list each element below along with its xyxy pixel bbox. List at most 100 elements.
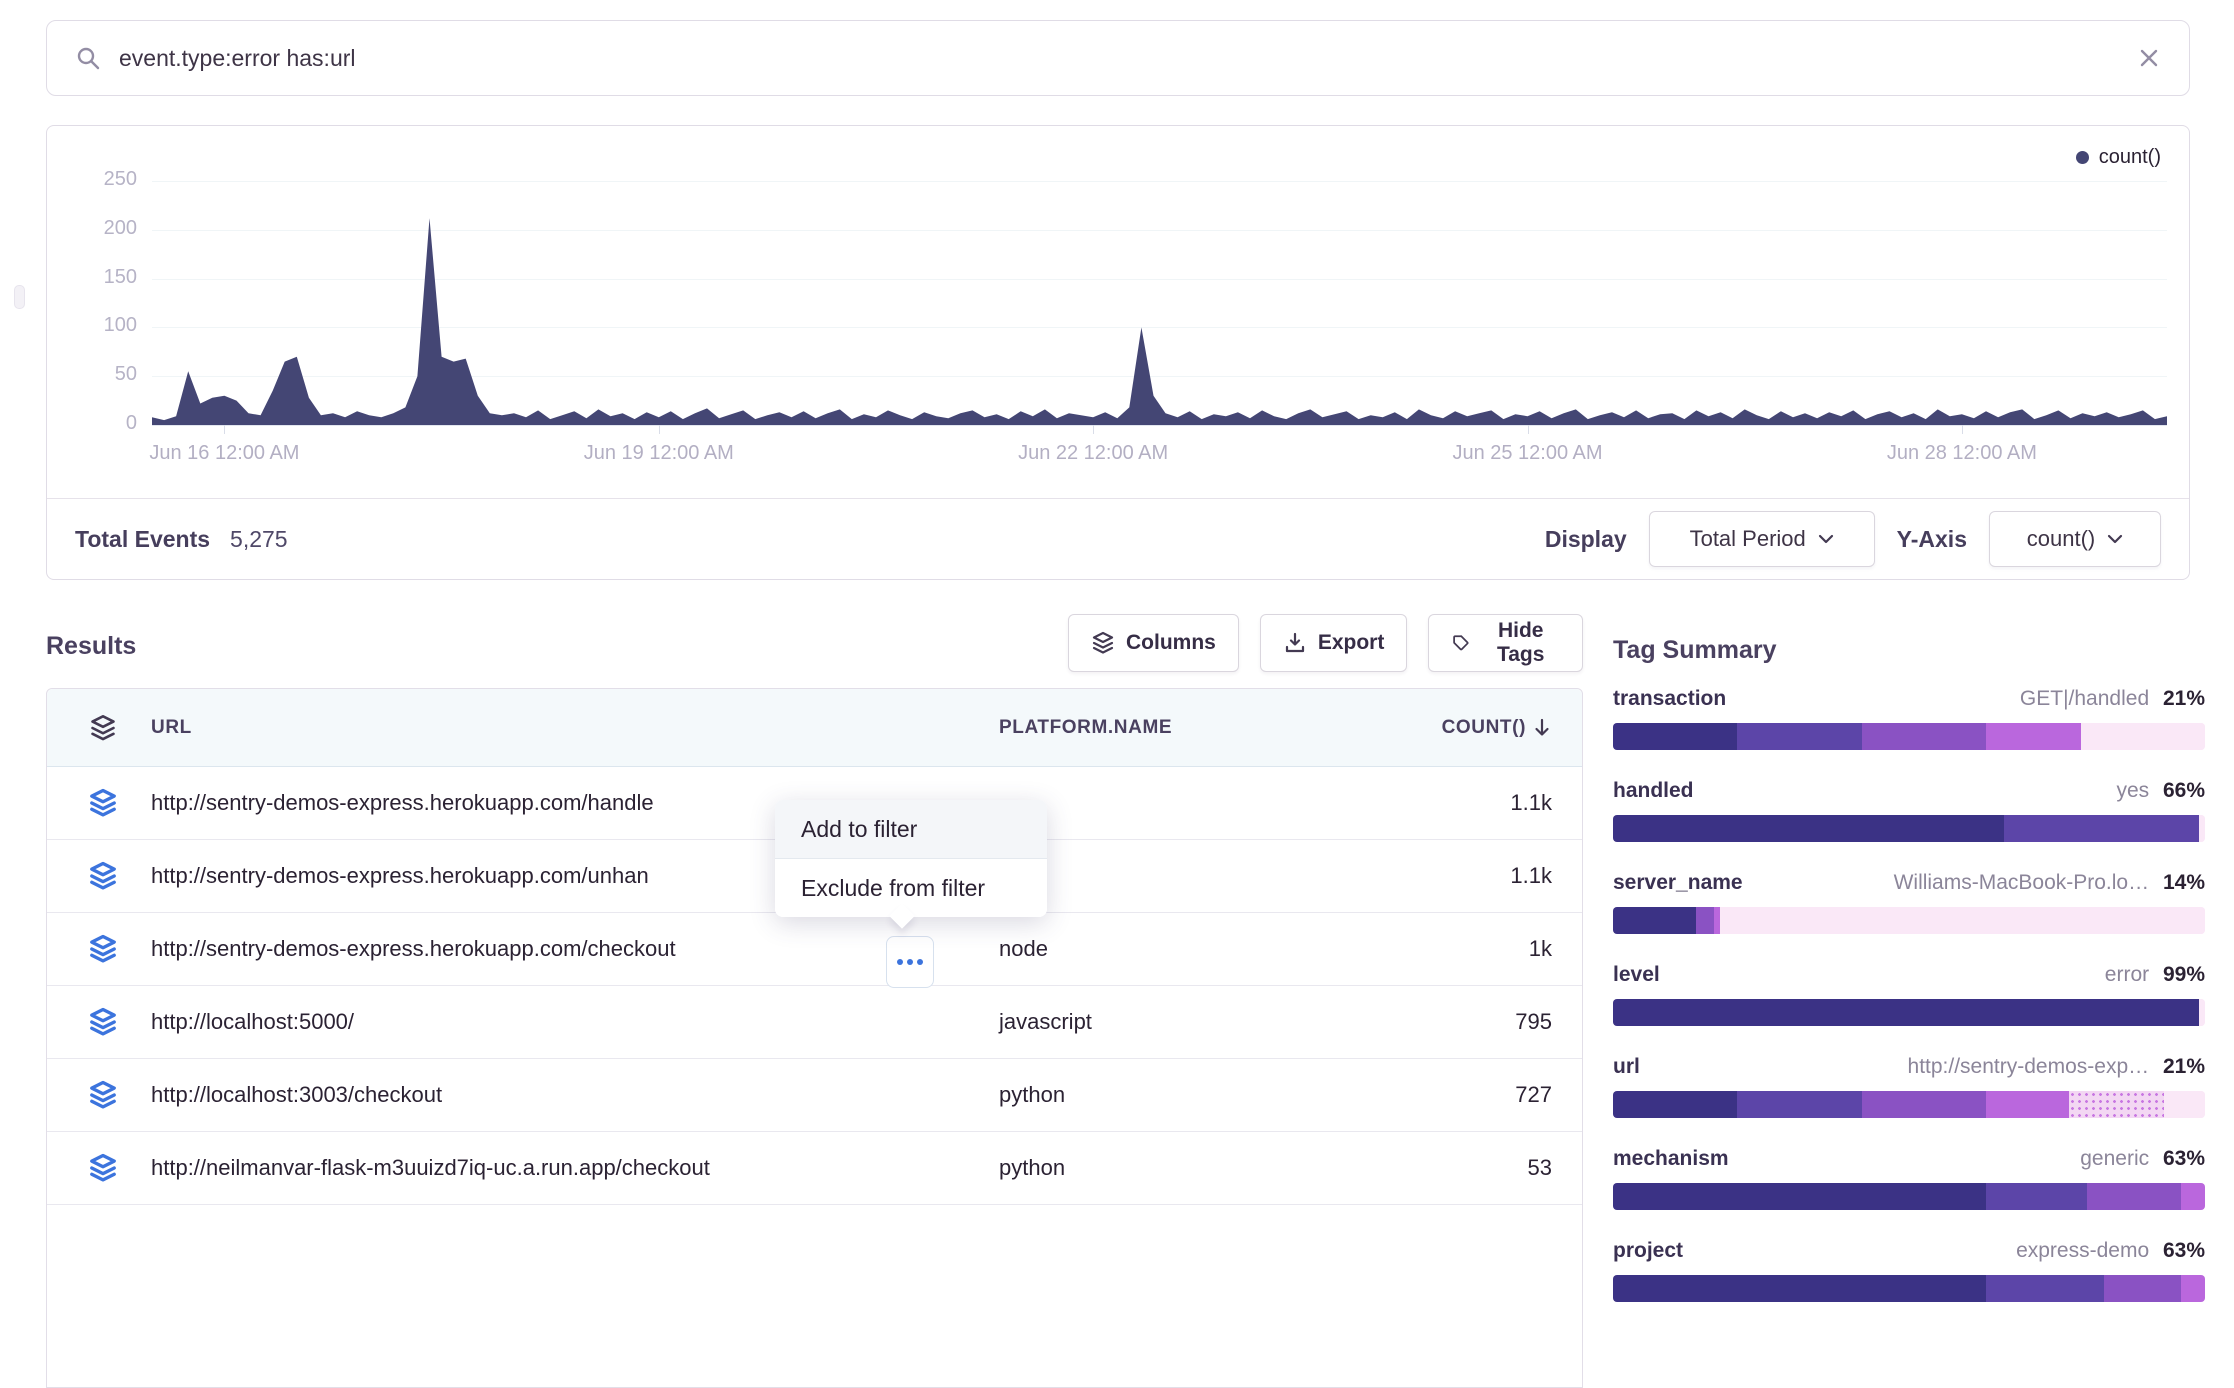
y-axis-label: Y-Axis <box>1897 526 1967 553</box>
tag-bar-segment[interactable] <box>1986 1091 2069 1118</box>
tag-bar-segment[interactable] <box>1737 1091 1861 1118</box>
tag-name[interactable]: server_name <box>1613 871 1743 895</box>
tag-bar-segment[interactable] <box>2164 1091 2205 1118</box>
tag-bar-segment[interactable] <box>1862 1091 1986 1118</box>
tag-bar-segment[interactable] <box>1986 723 2081 750</box>
columns-button-label: Columns <box>1126 631 1216 655</box>
tag-bar-segment[interactable] <box>1986 1183 2087 1210</box>
tag-distribution-bar[interactable] <box>1613 1275 2205 1302</box>
legend-dot-icon <box>2076 151 2089 164</box>
row-count[interactable]: 53 <box>1352 1155 1552 1181</box>
tag-bar-segment[interactable] <box>1986 1275 2104 1302</box>
tag-bar-segment[interactable] <box>1613 907 1696 934</box>
tag-bar-segment[interactable] <box>1720 907 2205 934</box>
column-header-url[interactable]: URL <box>151 717 999 739</box>
tag-bar-segment[interactable] <box>1862 723 1986 750</box>
menu-item[interactable]: Add to filter <box>775 800 1047 858</box>
menu-item[interactable]: Exclude from filter <box>775 858 1047 917</box>
row-count[interactable]: 727 <box>1352 1082 1552 1108</box>
tag-name[interactable]: url <box>1613 1055 1640 1079</box>
row-count[interactable]: 1k <box>1352 936 1552 962</box>
table-row[interactable]: http://localhost:5000/ javascript 795 <box>47 986 1582 1059</box>
cell-actions-button[interactable] <box>886 936 934 988</box>
clear-search-icon[interactable] <box>2137 46 2161 70</box>
hide-tags-button[interactable]: Hide Tags <box>1428 614 1583 672</box>
x-axis-tickmark <box>1962 425 1963 434</box>
columns-button[interactable]: Columns <box>1068 614 1239 672</box>
y-axis-select[interactable]: count() <box>1989 511 2161 567</box>
export-button[interactable]: Export <box>1260 614 1408 672</box>
tag-distribution-bar[interactable] <box>1613 815 2205 842</box>
table-row[interactable]: http://neilmanvar-flask-m3uuizd7iq-uc.a.… <box>47 1132 1582 1205</box>
row-platform[interactable]: javascript <box>999 1009 1352 1035</box>
tag-bar-segment[interactable] <box>2199 999 2205 1026</box>
tag-distribution-bar[interactable] <box>1613 1091 2205 1118</box>
tag-top-value: error <box>2105 963 2149 986</box>
tag-bar-segment[interactable] <box>1613 815 2004 842</box>
tag-bar-segment[interactable] <box>2181 1183 2205 1210</box>
y-axis-tick: 250 <box>61 168 137 191</box>
chart-legend[interactable]: count() <box>2076 146 2161 169</box>
row-platform[interactable]: python <box>999 1155 1352 1181</box>
row-platform[interactable]: node <box>999 936 1352 962</box>
column-header-platform[interactable]: PLATFORM.NAME <box>999 717 1352 739</box>
tag-name[interactable]: transaction <box>1613 687 1726 711</box>
tag-bar-segment[interactable] <box>2087 1183 2182 1210</box>
row-count[interactable]: 795 <box>1352 1009 1552 1035</box>
sort-desc-icon <box>1532 717 1552 739</box>
tag-distribution-bar[interactable] <box>1613 1183 2205 1210</box>
tag-bar-segment[interactable] <box>2069 1091 2164 1118</box>
table-row[interactable]: http://sentry-demos-express.herokuapp.co… <box>47 913 1582 986</box>
tag-bar-segment[interactable] <box>2004 815 2199 842</box>
tag-bar-segment[interactable] <box>2181 1275 2205 1302</box>
x-axis-tick: Jun 19 12:00 AM <box>584 442 734 465</box>
row-count[interactable]: 1.1k <box>1352 863 1552 889</box>
row-url[interactable]: http://localhost:3003/checkout <box>151 1082 999 1108</box>
display-value: Total Period <box>1690 526 1806 552</box>
tag-name[interactable]: mechanism <box>1613 1147 1729 1171</box>
tag-distribution-bar[interactable] <box>1613 999 2205 1026</box>
menu-item-label: Exclude from filter <box>801 875 985 902</box>
tag-bar-segment[interactable] <box>1613 1091 1737 1118</box>
row-platform[interactable]: python <box>999 1082 1352 1108</box>
tag-bar-segment[interactable] <box>2081 723 2205 750</box>
stack-icon <box>83 861 123 891</box>
tag-bar-segment[interactable] <box>2199 815 2205 842</box>
tag-bar-segment[interactable] <box>1613 999 2199 1026</box>
tag-top-value: http://sentry-demos-exp… <box>1908 1055 2150 1078</box>
display-select[interactable]: Total Period <box>1649 511 1875 567</box>
search-bar[interactable]: event.type:error has:url <box>46 20 2190 96</box>
area-series <box>152 218 2167 425</box>
tag-distribution-bar[interactable] <box>1613 907 2205 934</box>
tag-bar-segment[interactable] <box>1613 1183 1986 1210</box>
tag-name[interactable]: project <box>1613 1239 1683 1263</box>
tag-bar-segment[interactable] <box>1737 723 1861 750</box>
chart-footer: Total Events 5,275 Display Total Period … <box>47 498 2189 579</box>
x-axis-tick: Jun 25 12:00 AM <box>1452 442 1602 465</box>
tag-top-value: yes <box>2116 779 2149 802</box>
x-axis-tickmark <box>659 425 660 434</box>
tag-distribution-bar[interactable] <box>1613 723 2205 750</box>
area-chart[interactable] <box>152 181 2167 425</box>
row-url[interactable]: http://sentry-demos-express.herokuapp.co… <box>151 936 999 962</box>
table-row[interactable]: http://localhost:3003/checkout python 72… <box>47 1059 1582 1132</box>
y-axis-tick: 0 <box>61 412 137 435</box>
tag-bar-segment[interactable] <box>1613 1275 1986 1302</box>
filter-context-menu: Add to filter Exclude from filter <box>775 800 1047 917</box>
tag-item: url http://sentry-demos-exp… 21% <box>1613 1055 2205 1118</box>
row-url[interactable]: http://localhost:5000/ <box>151 1009 999 1035</box>
table-header-row: URL PLATFORM.NAME COUNT() <box>47 689 1582 767</box>
y-axis-value: count() <box>2027 526 2095 552</box>
tag-name[interactable]: handled <box>1613 779 1694 803</box>
column-header-count[interactable]: COUNT() <box>1352 717 1552 739</box>
tag-bar-segment[interactable] <box>1696 907 1714 934</box>
panel-drag-handle[interactable] <box>14 285 25 309</box>
x-axis-tick: Jun 22 12:00 AM <box>1018 442 1168 465</box>
search-input[interactable]: event.type:error has:url <box>119 45 2119 72</box>
row-url[interactable]: http://neilmanvar-flask-m3uuizd7iq-uc.a.… <box>151 1155 999 1181</box>
tag-bar-segment[interactable] <box>1613 723 1737 750</box>
tag-bar-segment[interactable] <box>2104 1275 2181 1302</box>
tag-name[interactable]: level <box>1613 963 1660 987</box>
row-count[interactable]: 1.1k <box>1352 790 1552 816</box>
y-axis-tick: 150 <box>61 266 137 289</box>
